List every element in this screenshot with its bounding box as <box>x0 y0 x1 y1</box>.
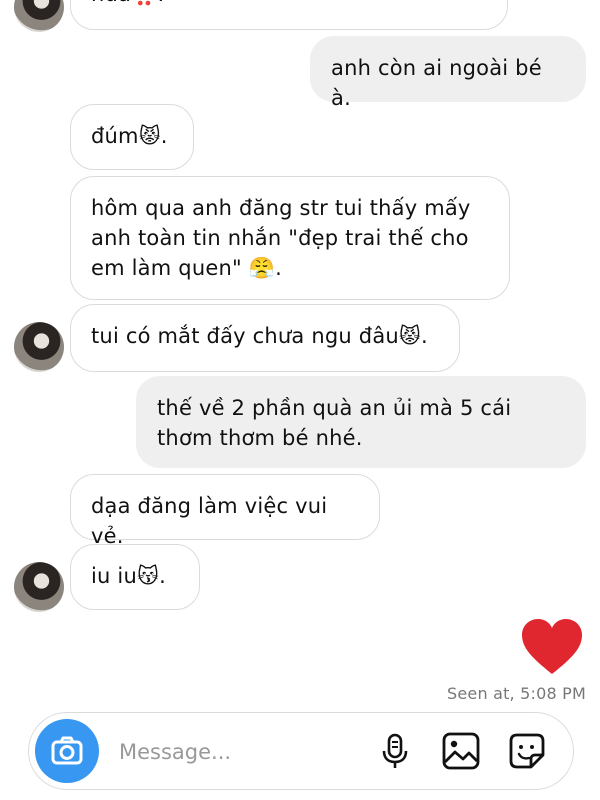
message-text: đúm😾. <box>91 124 168 148</box>
message-text: dạa đăng làm việc vui vẻ. <box>91 494 327 548</box>
avatar[interactable] <box>14 0 64 32</box>
camera-icon <box>51 736 83 765</box>
sticker-icon[interactable] <box>507 731 547 771</box>
avatar[interactable] <box>14 562 64 612</box>
message-text-segment: dạa đăng làm việc vui vẻ. <box>91 494 328 548</box>
gallery-icon[interactable] <box>441 731 481 771</box>
message-thread: nữa‼️. anh còn ai ngoài bé à. đúm😾. hôm … <box>0 0 600 703</box>
message-text-segment: iu iu <box>91 564 137 588</box>
emoji-icon: 😾 <box>138 124 161 148</box>
heart-reaction-icon[interactable] <box>520 618 584 676</box>
emoji-icon: ‼️ <box>131 0 157 5</box>
message-text: thế về 2 phần quà an ủi mà 5 cái thơm th… <box>157 396 511 450</box>
avatar[interactable] <box>14 322 64 372</box>
message-text-segment: . <box>160 124 168 148</box>
message-text: tui có mắt đấy chưa ngu đâu😾. <box>91 324 428 348</box>
message-bubble-outgoing[interactable]: anh còn ai ngoài bé à. <box>310 36 586 110</box>
emoji-icon: 😤 <box>248 256 276 280</box>
message-text-segment: thế về 2 phần quà an ủi mà 5 cái thơm th… <box>157 396 512 450</box>
message-bubble-incoming[interactable]: dạa đăng làm việc vui vẻ. <box>70 474 380 548</box>
message-text-segment: . <box>159 564 166 588</box>
camera-button[interactable] <box>35 719 99 783</box>
message-bubble-incoming[interactable]: hôm qua anh đăng str tui thấy mấy anh to… <box>70 176 510 300</box>
message-bubble-outgoing[interactable]: thế về 2 phần quà an ủi mà 5 cái thơm th… <box>136 376 586 468</box>
message-bubble-incoming[interactable]: nữa‼️. <box>70 0 508 30</box>
emoji-icon: 😾 <box>398 324 421 348</box>
message-bubble-incoming[interactable]: iu iu😽. <box>70 544 200 610</box>
message-text-segment: nữa <box>91 0 131 6</box>
message-bubble-incoming[interactable]: tui có mắt đấy chưa ngu đâu😾. <box>70 304 460 372</box>
message-text: anh còn ai ngoài bé à. <box>331 56 542 110</box>
message-text-segment: . <box>157 0 164 6</box>
message-text-segment: . <box>275 256 282 280</box>
message-text: nữa‼️. <box>91 0 164 6</box>
message-input[interactable] <box>119 735 369 769</box>
message-text-segment: đúm <box>91 124 139 148</box>
message-text-segment: anh còn ai ngoài bé à. <box>331 56 542 110</box>
message-text: hôm qua anh đăng str tui thấy mấy anh to… <box>91 196 471 280</box>
message-composer <box>28 712 574 790</box>
message-text-segment: tui có mắt đấy chưa ngu đâu <box>91 324 399 348</box>
seen-status: Seen at, 5:08 PM <box>447 684 586 703</box>
message-text-segment: . <box>421 324 428 348</box>
microphone-icon[interactable] <box>375 731 415 771</box>
message-bubble-incoming[interactable]: đúm😾. <box>70 104 194 170</box>
emoji-icon: 😽 <box>136 564 160 588</box>
message-text: iu iu😽. <box>91 564 166 588</box>
